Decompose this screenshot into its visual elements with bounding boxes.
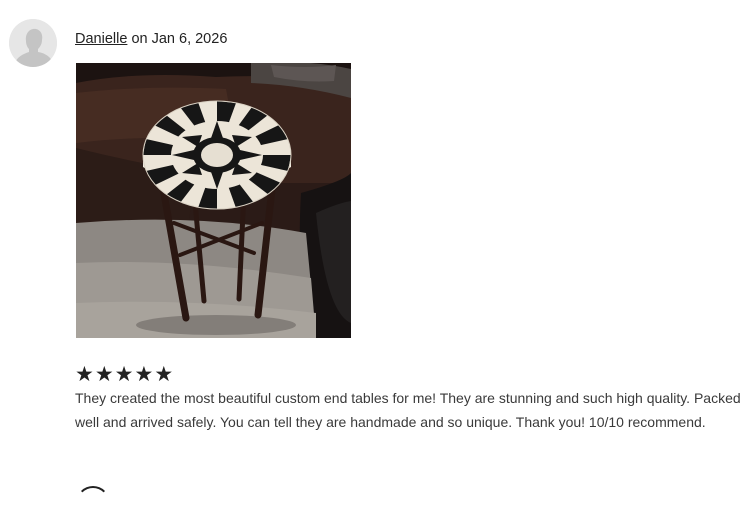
review-text: They created the most beautiful custom e… (75, 390, 741, 430)
review-date: on Jan 6, 2026 (131, 31, 228, 47)
next-reviewer-avatar[interactable] (76, 486, 110, 520)
star-icon: ★ (75, 363, 94, 386)
reviewer-avatar[interactable] (9, 19, 57, 67)
default-user-avatar-icon (9, 19, 57, 67)
star-icon: ★ (154, 363, 174, 386)
reviewer-name-link[interactable]: Danielle (75, 31, 127, 47)
review-photo[interactable] (76, 63, 351, 338)
review-meta: Danielle on Jan 6, 2026 (75, 31, 227, 47)
end-table-photo (76, 63, 351, 338)
star-rating: ★ ★ ★ ★ ★ (75, 364, 173, 386)
star-icon: ★ (114, 363, 134, 386)
star-icon: ★ (134, 363, 154, 386)
star-icon: ★ (94, 363, 114, 386)
